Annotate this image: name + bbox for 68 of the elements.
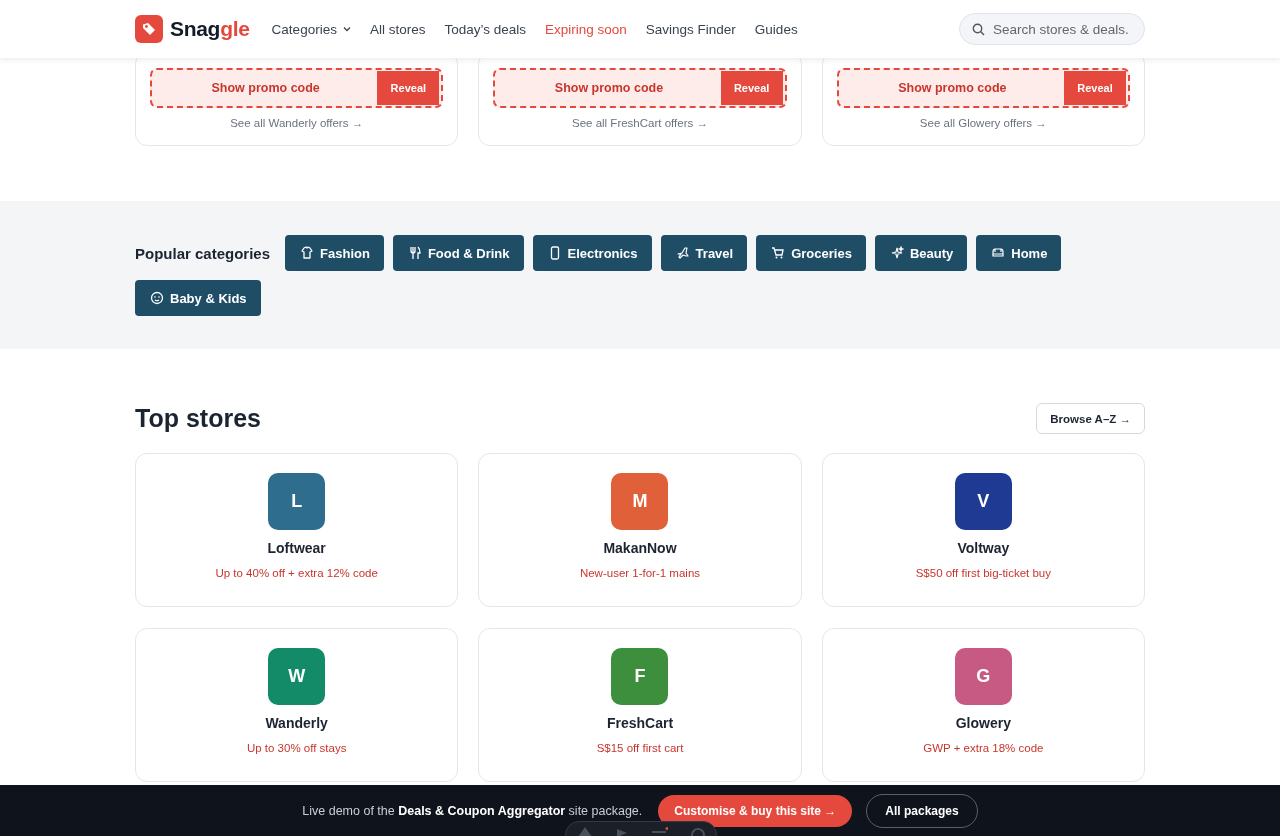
store-name: FreshCart: [606, 715, 674, 731]
baby-face-icon: [150, 291, 164, 305]
store-name: Voltway: [957, 540, 1010, 556]
store-name: MakanNow: [603, 540, 677, 556]
promo-code-box[interactable]: Show promo code Reveal: [150, 68, 444, 108]
store-logo: W: [268, 648, 326, 705]
section-heading: Top stores: [135, 404, 261, 433]
store-offer: Up to 30% off stays: [246, 742, 347, 754]
offers-link[interactable]: See all Wanderly offers →: [230, 117, 364, 129]
brand-name[interactable]: Snaggle: [170, 17, 250, 41]
category-chip[interactable]: Home: [976, 235, 1062, 271]
store-logo: L: [268, 473, 326, 530]
offers-link[interactable]: See all FreshCart offers →: [572, 117, 708, 129]
promo-label: Show promo code: [553, 81, 665, 95]
nav-link[interactable]: Guides: [754, 21, 798, 37]
nav-link[interactable]: Today’s deals: [444, 21, 526, 37]
promo-label: Show promo code: [897, 81, 1008, 95]
store-offer: GWP + extra 18% code: [923, 742, 1044, 754]
store-card[interactable]: M MakanNow New-user 1-for-1 mains: [478, 453, 802, 607]
nav-link[interactable]: Expiring soon: [545, 21, 627, 37]
triangle-icon[interactable]: [577, 827, 592, 836]
store-logo: G: [954, 648, 1012, 705]
category-chip[interactable]: Beauty: [874, 235, 968, 271]
cart-icon: [771, 246, 786, 260]
shirt-icon: [300, 246, 315, 260]
store-card[interactable]: F FreshCart S$15 off first cart: [478, 628, 802, 782]
store-name: Wanderly: [265, 715, 328, 731]
store-offer: S$15 off first cart: [596, 742, 684, 754]
store-offer: S$50 off first big-ticket buy: [915, 567, 1051, 579]
plane-icon: [675, 246, 690, 260]
buy-button[interactable]: Customise & buy this site →: [658, 794, 853, 827]
utensils-icon: [407, 246, 422, 260]
search-field[interactable]: Search stores & deals.: [959, 13, 1145, 45]
store-logo: F: [611, 648, 669, 705]
tag-logo-icon[interactable]: [135, 15, 163, 43]
category-chip[interactable]: Food & Drink: [392, 235, 524, 271]
promo-label: Show promo code: [210, 81, 321, 95]
store-logo: V: [954, 473, 1012, 530]
reveal-button[interactable]: Reveal: [377, 71, 440, 105]
store-offer: Up to 40% off + extra 12% code: [215, 567, 378, 579]
nav-dropdown[interactable]: Categories: [271, 21, 351, 37]
section-heading: Popular categories: [135, 244, 271, 262]
chevron-down-icon: [342, 26, 351, 32]
sofa-icon: [991, 246, 1006, 260]
nav-link[interactable]: Savings Finder: [645, 21, 736, 37]
store-card[interactable]: G Glowery GWP + extra 18% code: [821, 628, 1145, 782]
lines-icon[interactable]: [651, 827, 668, 836]
promo-code-box[interactable]: Show promo code Reveal: [836, 68, 1130, 108]
store-name: Glowery: [955, 715, 1011, 731]
reveal-button[interactable]: Reveal: [1064, 71, 1126, 105]
store-card[interactable]: W Wanderly Up to 30% off stays: [135, 628, 459, 782]
category-chip[interactable]: Baby & Kids: [135, 280, 261, 316]
browse-button[interactable]: Browse A–Z →: [1036, 403, 1145, 434]
store-card[interactable]: V Voltway S$50 off first big-ticket buy: [821, 453, 1145, 607]
promo-code-box[interactable]: Show promo code Reveal: [493, 68, 787, 108]
reveal-button[interactable]: Reveal: [720, 71, 783, 105]
store-name: Loftwear: [267, 540, 326, 556]
store-offer: New-user 1-for-1 mains: [579, 567, 701, 579]
category-chip[interactable]: Fashion: [285, 235, 384, 271]
demo-text: Live demo of the Deals & Coupon Aggregator site package.: [302, 803, 643, 818]
category-chip[interactable]: Groceries: [756, 235, 866, 271]
category-chip[interactable]: Electronics: [532, 235, 652, 271]
store-logo: M: [611, 473, 669, 530]
store-card[interactable]: L Loftwear Up to 40% off + extra 12% code: [135, 453, 459, 607]
category-chip[interactable]: Travel: [660, 235, 748, 271]
nav-link[interactable]: All stores: [369, 21, 426, 37]
sparkle-icon: [889, 246, 904, 260]
offers-link[interactable]: See all Glowery offers →: [919, 117, 1047, 129]
